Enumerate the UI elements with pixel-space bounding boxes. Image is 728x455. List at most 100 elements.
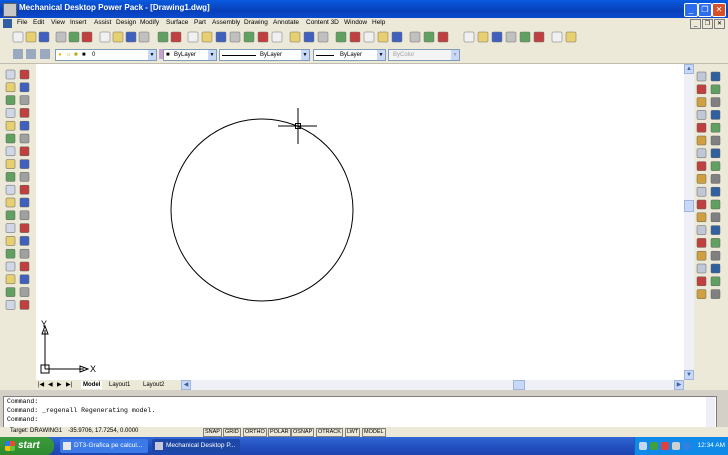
draw-tool-icon[interactable] <box>19 95 30 105</box>
draw-tool-icon[interactable] <box>5 300 16 310</box>
draw-tool-icon[interactable] <box>19 133 30 144</box>
mechanical-tool-icon[interactable] <box>710 263 721 274</box>
lineweight-dropdown[interactable]: ByLayer ▼ <box>313 49 386 61</box>
standard-tool-icon[interactable] <box>377 31 389 43</box>
polar-toggle[interactable]: POLAR <box>268 428 291 437</box>
scroll-right-button[interactable]: ▶ <box>674 380 684 390</box>
antivirus-icon[interactable] <box>661 442 669 450</box>
draw-tool-icon[interactable] <box>5 95 16 105</box>
save-icon[interactable] <box>39 32 49 42</box>
mechanical-tool-icon[interactable] <box>696 122 707 133</box>
zoom-realtime-icon[interactable] <box>464 32 474 42</box>
zoom-extents-icon[interactable] <box>566 32 576 42</box>
command-prompt[interactable]: Command: <box>7 416 38 423</box>
draw-tool-icon[interactable] <box>5 69 16 80</box>
doc-close-button[interactable]: ✕ <box>714 19 725 29</box>
draw-tool-icon[interactable] <box>5 108 16 118</box>
standard-tool-icon[interactable] <box>229 31 241 43</box>
linetype-dropdown[interactable]: ByLayer ▼ <box>219 49 310 61</box>
draw-tool-icon[interactable] <box>19 172 30 182</box>
mechanical-tool-icon[interactable] <box>696 174 707 184</box>
menu-insert[interactable]: Insert <box>70 19 86 26</box>
scroll-thumb[interactable] <box>684 200 694 212</box>
draw-tool-icon[interactable] <box>19 120 30 131</box>
draw-tool-icon[interactable] <box>19 261 30 272</box>
vertical-scrollbar[interactable]: ▲ ▼ <box>684 64 694 380</box>
horizontal-scrollbar[interactable]: ◀ ▶ <box>181 380 684 390</box>
zoom-window-icon[interactable] <box>478 32 488 42</box>
mechanical-tool-icon[interactable] <box>710 276 721 287</box>
mechanical-tool-icon[interactable] <box>710 71 721 82</box>
taskbar-button-mechanical-desktop[interactable]: Mechanical Desktop P... <box>152 439 240 453</box>
draw-tool-icon[interactable] <box>5 197 16 208</box>
scroll-up-button[interactable]: ▲ <box>684 64 694 74</box>
menu-edit[interactable]: Edit <box>33 19 44 26</box>
tab-first-icon[interactable]: |◀ <box>38 381 44 389</box>
cut-icon[interactable] <box>100 32 110 42</box>
mechanical-tool-icon[interactable] <box>696 276 707 287</box>
document-icon[interactable] <box>3 19 12 28</box>
standard-tool-icon[interactable] <box>289 31 301 43</box>
mechanical-tool-icon[interactable] <box>710 186 721 197</box>
mechanical-tool-icon[interactable] <box>696 84 707 95</box>
tab-layout2[interactable]: Layout2 <box>143 381 164 389</box>
standard-tool-icon[interactable] <box>409 31 421 43</box>
standard-tool-icon[interactable] <box>317 31 329 43</box>
draw-tool-icon[interactable] <box>19 184 30 195</box>
redo-icon[interactable] <box>171 32 181 42</box>
standard-tool-icon[interactable] <box>243 31 255 43</box>
shield-icon[interactable] <box>650 442 658 450</box>
menu-modify[interactable]: Modify <box>140 19 159 26</box>
standard-tool-icon[interactable] <box>303 31 315 43</box>
zoom-previous-icon[interactable] <box>492 32 502 42</box>
network-icon[interactable] <box>683 442 691 450</box>
tab-layout1[interactable]: Layout1 <box>109 381 130 389</box>
otrack-toggle[interactable]: OTRACK <box>316 428 343 437</box>
standard-tool-icon[interactable] <box>257 31 269 43</box>
model-toggle[interactable]: MODEL <box>362 428 386 437</box>
draw-tool-icon[interactable] <box>19 223 30 233</box>
close-button[interactable]: ✕ <box>712 3 726 17</box>
osnap-toggle[interactable]: OSNAP <box>291 428 315 437</box>
publish-icon[interactable] <box>82 32 92 42</box>
zoom-in-icon[interactable] <box>520 32 530 42</box>
draw-tool-icon[interactable] <box>19 248 30 259</box>
zoom-out-icon[interactable] <box>534 32 544 42</box>
standard-tool-icon[interactable] <box>437 31 449 43</box>
mechanical-tool-icon[interactable] <box>710 161 721 171</box>
mechanical-tool-icon[interactable] <box>710 122 721 133</box>
draw-tool-icon[interactable] <box>5 120 16 131</box>
mechanical-tool-icon[interactable] <box>696 238 707 248</box>
taskbar-button-pdf[interactable]: DT3-Grafica pe calcul... <box>60 439 148 453</box>
mechanical-tool-icon[interactable] <box>696 97 707 107</box>
menu-part[interactable]: Part <box>194 19 206 26</box>
menu-annotate[interactable]: Annotate <box>273 19 299 26</box>
standard-tool-icon[interactable] <box>391 31 403 43</box>
tab-model[interactable]: Model <box>81 381 103 389</box>
draw-tool-icon[interactable] <box>5 223 16 233</box>
circle-entity[interactable] <box>170 118 354 302</box>
standard-tool-icon[interactable] <box>423 31 435 43</box>
color-dropdown[interactable]: ■ ByLayer ▼ <box>163 49 217 61</box>
new-icon[interactable] <box>13 32 23 42</box>
layer-manager-icon[interactable] <box>13 49 23 59</box>
volume-icon[interactable] <box>672 442 680 450</box>
standard-tool-icon[interactable] <box>215 31 227 43</box>
draw-tool-icon[interactable] <box>19 82 30 93</box>
mechanical-tool-icon[interactable] <box>696 225 707 235</box>
mechanical-tool-icon[interactable] <box>696 263 707 274</box>
restore-button[interactable]: ❐ <box>698 3 712 17</box>
scroll-left-button[interactable]: ◀ <box>181 380 191 390</box>
draw-tool-icon[interactable] <box>5 236 16 246</box>
paste-icon[interactable] <box>126 32 136 42</box>
copy-icon[interactable] <box>113 32 123 42</box>
lwt-toggle[interactable]: LWT <box>345 428 361 437</box>
tab-next-icon[interactable]: ▶ <box>57 381 62 389</box>
mechanical-tool-icon[interactable] <box>696 250 707 261</box>
mechanical-tool-icon[interactable] <box>710 199 721 210</box>
menu-help[interactable]: Help <box>372 19 385 26</box>
mechanical-tool-icon[interactable] <box>710 250 721 261</box>
grid-toggle[interactable]: GRID <box>223 428 241 437</box>
menu-window[interactable]: Window <box>344 19 367 26</box>
mechanical-tool-icon[interactable] <box>696 199 707 210</box>
